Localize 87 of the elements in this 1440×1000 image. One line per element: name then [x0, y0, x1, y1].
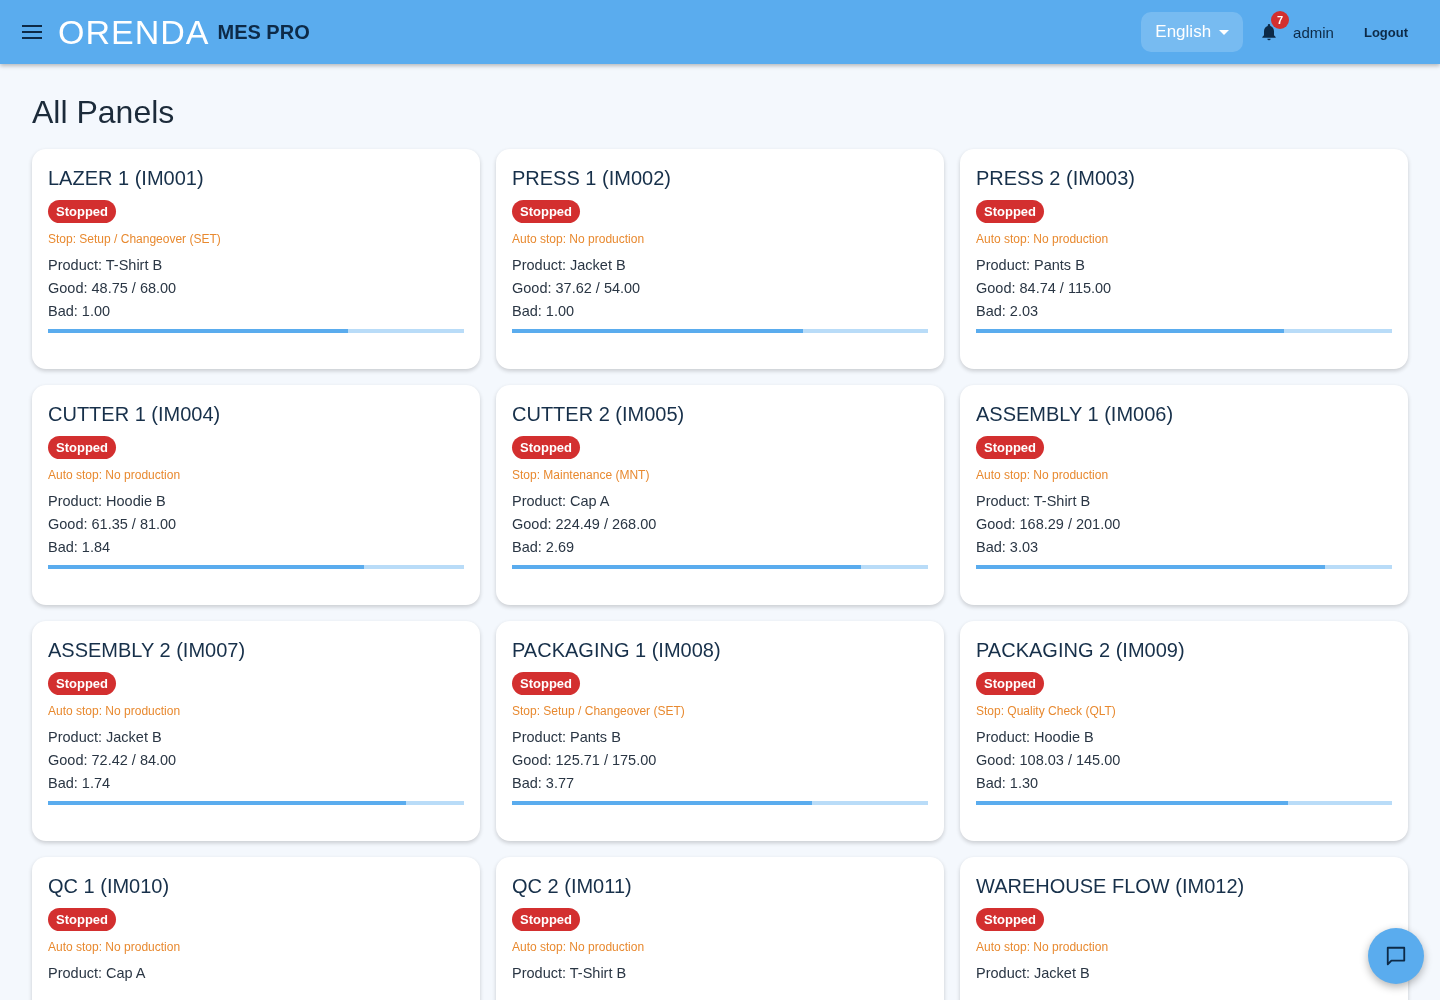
good-count: Good: 48.75 / 68.00	[48, 280, 177, 296]
user-name: admin	[1293, 23, 1334, 41]
status-badge: Stopped	[976, 672, 1044, 695]
panel-card[interactable]: PRESS 1 (IM002) Stopped Auto stop: No production Product: Jacket B Good: 37.62 / 54.00 Bad: 1.00	[496, 149, 944, 369]
good-count: Good: 72.42 / 84.00	[48, 752, 177, 768]
product-text: Product: Pants B	[512, 729, 621, 745]
product-text: Product: Jacket B	[976, 965, 1090, 981]
panel-title: QC 1 (IM010)	[48, 875, 170, 898]
good-count: Good: 168.29 / 201.00	[976, 516, 1121, 532]
status-badge: Stopped	[976, 908, 1044, 931]
stop-reason: Stop: Setup / Changeover (SET)	[48, 232, 221, 246]
good-count: Good: 61.35 / 81.00	[48, 516, 177, 532]
stop-reason: Auto stop: No production	[976, 232, 1109, 246]
bad-count: Bad: 2.69	[512, 539, 575, 555]
panel-card[interactable]: ASSEMBLY 2 (IM007) Stopped Auto stop: No production Product: Jacket B Good: 72.42 / 84.00 Bad: 1.74	[32, 621, 480, 841]
menu-icon[interactable]	[22, 25, 42, 39]
stop-reason: Stop: Quality Check (QLT)	[976, 704, 1116, 718]
stop-reason: Auto stop: No production	[48, 704, 181, 718]
product-text: Product: T-Shirt B	[512, 965, 627, 981]
status-badge: Stopped	[48, 672, 116, 695]
product-text: Product: Jacket B	[48, 729, 162, 745]
bad-count: Bad: 3.77	[512, 775, 575, 791]
product-text: Product: T-Shirt B	[48, 257, 163, 273]
panel-title: LAZER 1 (IM001)	[48, 167, 204, 190]
panel-card[interactable]: PRESS 2 (IM003) Stopped Auto stop: No production Product: Pants B Good: 84.74 / 115.00 Bad: 2.03	[960, 149, 1408, 369]
bad-count: Bad: 1.30	[976, 775, 1039, 791]
status-badge: Stopped	[512, 436, 580, 459]
good-count: Good: 125.71 / 175.00	[512, 752, 657, 768]
bad-count: Bad: 1.00	[512, 303, 575, 319]
panel-title: PRESS 1 (IM002)	[512, 167, 671, 190]
product-text: Product: Hoodie B	[976, 729, 1094, 745]
panel-title: ASSEMBLY 1 (IM006)	[976, 403, 1174, 426]
stop-reason: Auto stop: No production	[48, 940, 181, 954]
panel-card[interactable]: QC 2 (IM011) Stopped Auto stop: No production Product: T-Shirt B	[496, 857, 944, 1000]
product-text: Product: Hoodie B	[48, 493, 166, 509]
stop-reason: Auto stop: No production	[48, 468, 181, 482]
panel-title: PRESS 2 (IM003)	[976, 167, 1135, 190]
good-count: Good: 224.49 / 268.00	[512, 516, 657, 532]
panel-title: ASSEMBLY 2 (IM007)	[48, 639, 246, 662]
caret-icon	[1219, 29, 1230, 35]
logo: ORENDA	[58, 12, 210, 52]
bad-count: Bad: 1.84	[48, 539, 111, 555]
status-badge: Stopped	[512, 908, 580, 931]
stop-reason: Auto stop: No production	[976, 468, 1109, 482]
stop-reason: Stop: Setup / Changeover (SET)	[512, 704, 685, 718]
stop-reason: Auto stop: No production	[512, 940, 645, 954]
panel-title: QC 2 (IM011)	[512, 875, 632, 898]
logout-button[interactable]: Logout	[1353, 18, 1418, 46]
panel-card[interactable]: QC 1 (IM010) Stopped Auto stop: No production Product: Cap A	[32, 857, 480, 1000]
notification-badge: 7	[1271, 11, 1290, 29]
panel-card[interactable]: PACKAGING 2 (IM009) Stopped Stop: Quality Check (QLT) Product: Hoodie B Good: 108.03 / 145.00 Bad: 1.30	[960, 621, 1408, 841]
status-badge: Stopped	[976, 200, 1044, 223]
stop-reason: Auto stop: No production	[512, 232, 645, 246]
panel-title: PACKAGING 2 (IM009)	[976, 639, 1185, 662]
panel-title: WAREHOUSE FLOW (IM012)	[976, 875, 1245, 898]
status-badge: Stopped	[48, 908, 116, 931]
status-badge: Stopped	[512, 672, 580, 695]
bad-count: Bad: 1.74	[48, 775, 111, 791]
chat-icon	[1385, 945, 1407, 967]
status-badge: Stopped	[48, 200, 116, 223]
panel-title: PACKAGING 1 (IM008)	[512, 639, 721, 662]
good-count: Good: 84.74 / 115.00	[976, 280, 1112, 296]
panel-card[interactable]: CUTTER 2 (IM005) Stopped Stop: Maintenance (MNT) Product: Cap A Good: 224.49 / 268.00 Bad: 2.69	[496, 385, 944, 605]
panel-card[interactable]: ASSEMBLY 1 (IM006) Stopped Auto stop: No production Product: T-Shirt B Good: 168.29 / 201.00 Bad: 3.03	[960, 385, 1408, 605]
panel-card[interactable]: WAREHOUSE FLOW (IM012) Stopped Auto stop: No production Product: Jacket B	[960, 857, 1408, 1000]
product-name: MES PRO	[217, 20, 310, 44]
status-badge: Stopped	[976, 436, 1044, 459]
good-count: Good: 108.03 / 145.00	[976, 752, 1121, 768]
panel-card[interactable]: CUTTER 1 (IM004) Stopped Auto stop: No production Product: Hoodie B Good: 61.35 / 81.00 Bad: 1.84	[32, 385, 480, 605]
panel-card[interactable]: LAZER 1 (IM001) Stopped Stop: Setup / Changeover (SET) Product: T-Shirt B Good: 48.75 / 68.00 Bad: 1.00	[32, 149, 480, 369]
panel-title: CUTTER 2 (IM005)	[512, 403, 685, 426]
stop-reason: Auto stop: No production	[976, 940, 1109, 954]
page-title: All Panels	[32, 94, 176, 131]
product-text: Product: T-Shirt B	[976, 493, 1091, 509]
bad-count: Bad: 1.00	[48, 303, 111, 319]
product-text: Product: Jacket B	[512, 257, 626, 273]
stop-reason: Stop: Maintenance (MNT)	[512, 468, 650, 482]
good-count: Good: 37.62 / 54.00	[512, 280, 641, 296]
product-text: Product: Cap A	[512, 493, 610, 509]
bad-count: Bad: 3.03	[976, 539, 1039, 555]
product-text: Product: Pants B	[976, 257, 1085, 273]
status-badge: Stopped	[512, 200, 580, 223]
product-text: Product: Cap A	[48, 965, 146, 981]
panel-title: CUTTER 1 (IM004)	[48, 403, 221, 426]
panel-card[interactable]: PACKAGING 1 (IM008) Stopped Stop: Setup / Changeover (SET) Product: Pants B Good: 125.71 / 175.00 Bad: 3.77	[496, 621, 944, 841]
bad-count: Bad: 2.03	[976, 303, 1039, 319]
status-badge: Stopped	[48, 436, 116, 459]
